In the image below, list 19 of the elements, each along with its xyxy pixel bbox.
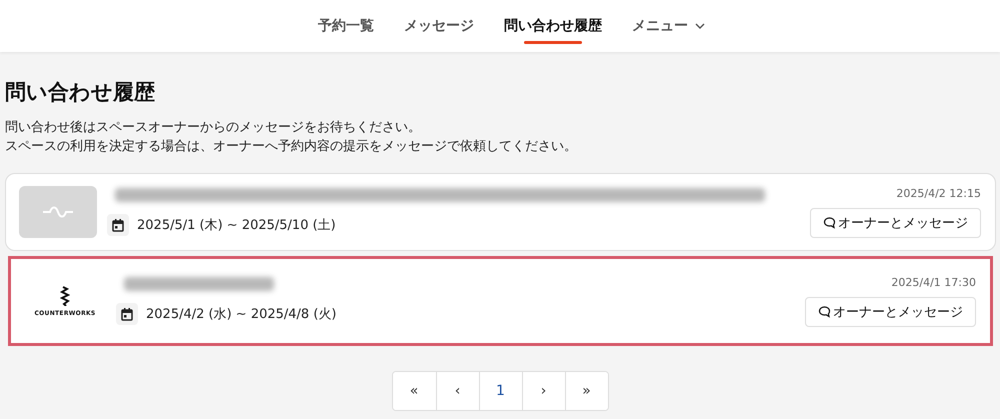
speech-bubble-icon xyxy=(818,306,831,318)
page-title: 問い合わせ履歴 xyxy=(5,79,156,106)
timestamp: 2025/4/2 12:15 xyxy=(896,186,981,200)
nav-tab[interactable]: 予約一覧 xyxy=(318,0,374,52)
wave-icon xyxy=(42,206,74,218)
timestamp: 2025/4/1 17:30 xyxy=(891,276,976,288)
description-text: 問い合わせ後はスペースオーナーからのメッセージをお待ちください。 xyxy=(5,119,422,137)
calendar-icon xyxy=(116,303,138,325)
date-range: 2025/5/1 (木) ~ 2025/5/10 (土) xyxy=(137,217,336,234)
nav-tab[interactable]: 問い合わせ履歴 xyxy=(504,0,602,52)
nav-tab[interactable]: メッセージ xyxy=(404,0,474,52)
date-range: 2025/4/2 (水) ~ 2025/4/8 (火) xyxy=(146,306,336,323)
calendar-icon xyxy=(107,214,129,236)
message-owner-button[interactable]: オーナーとメッセージ xyxy=(810,208,981,238)
speech-bubble-icon xyxy=(823,216,836,228)
menu-dropdown[interactable]: メニュー xyxy=(632,0,706,52)
message-owner-button[interactable]: オーナーとメッセージ xyxy=(805,296,976,326)
description-text: スペースの利用を決定する場合は、オーナーへ予約内容の提示をメッセージで依頼してください。 xyxy=(5,138,578,156)
last-page-button[interactable]: » xyxy=(564,372,608,410)
